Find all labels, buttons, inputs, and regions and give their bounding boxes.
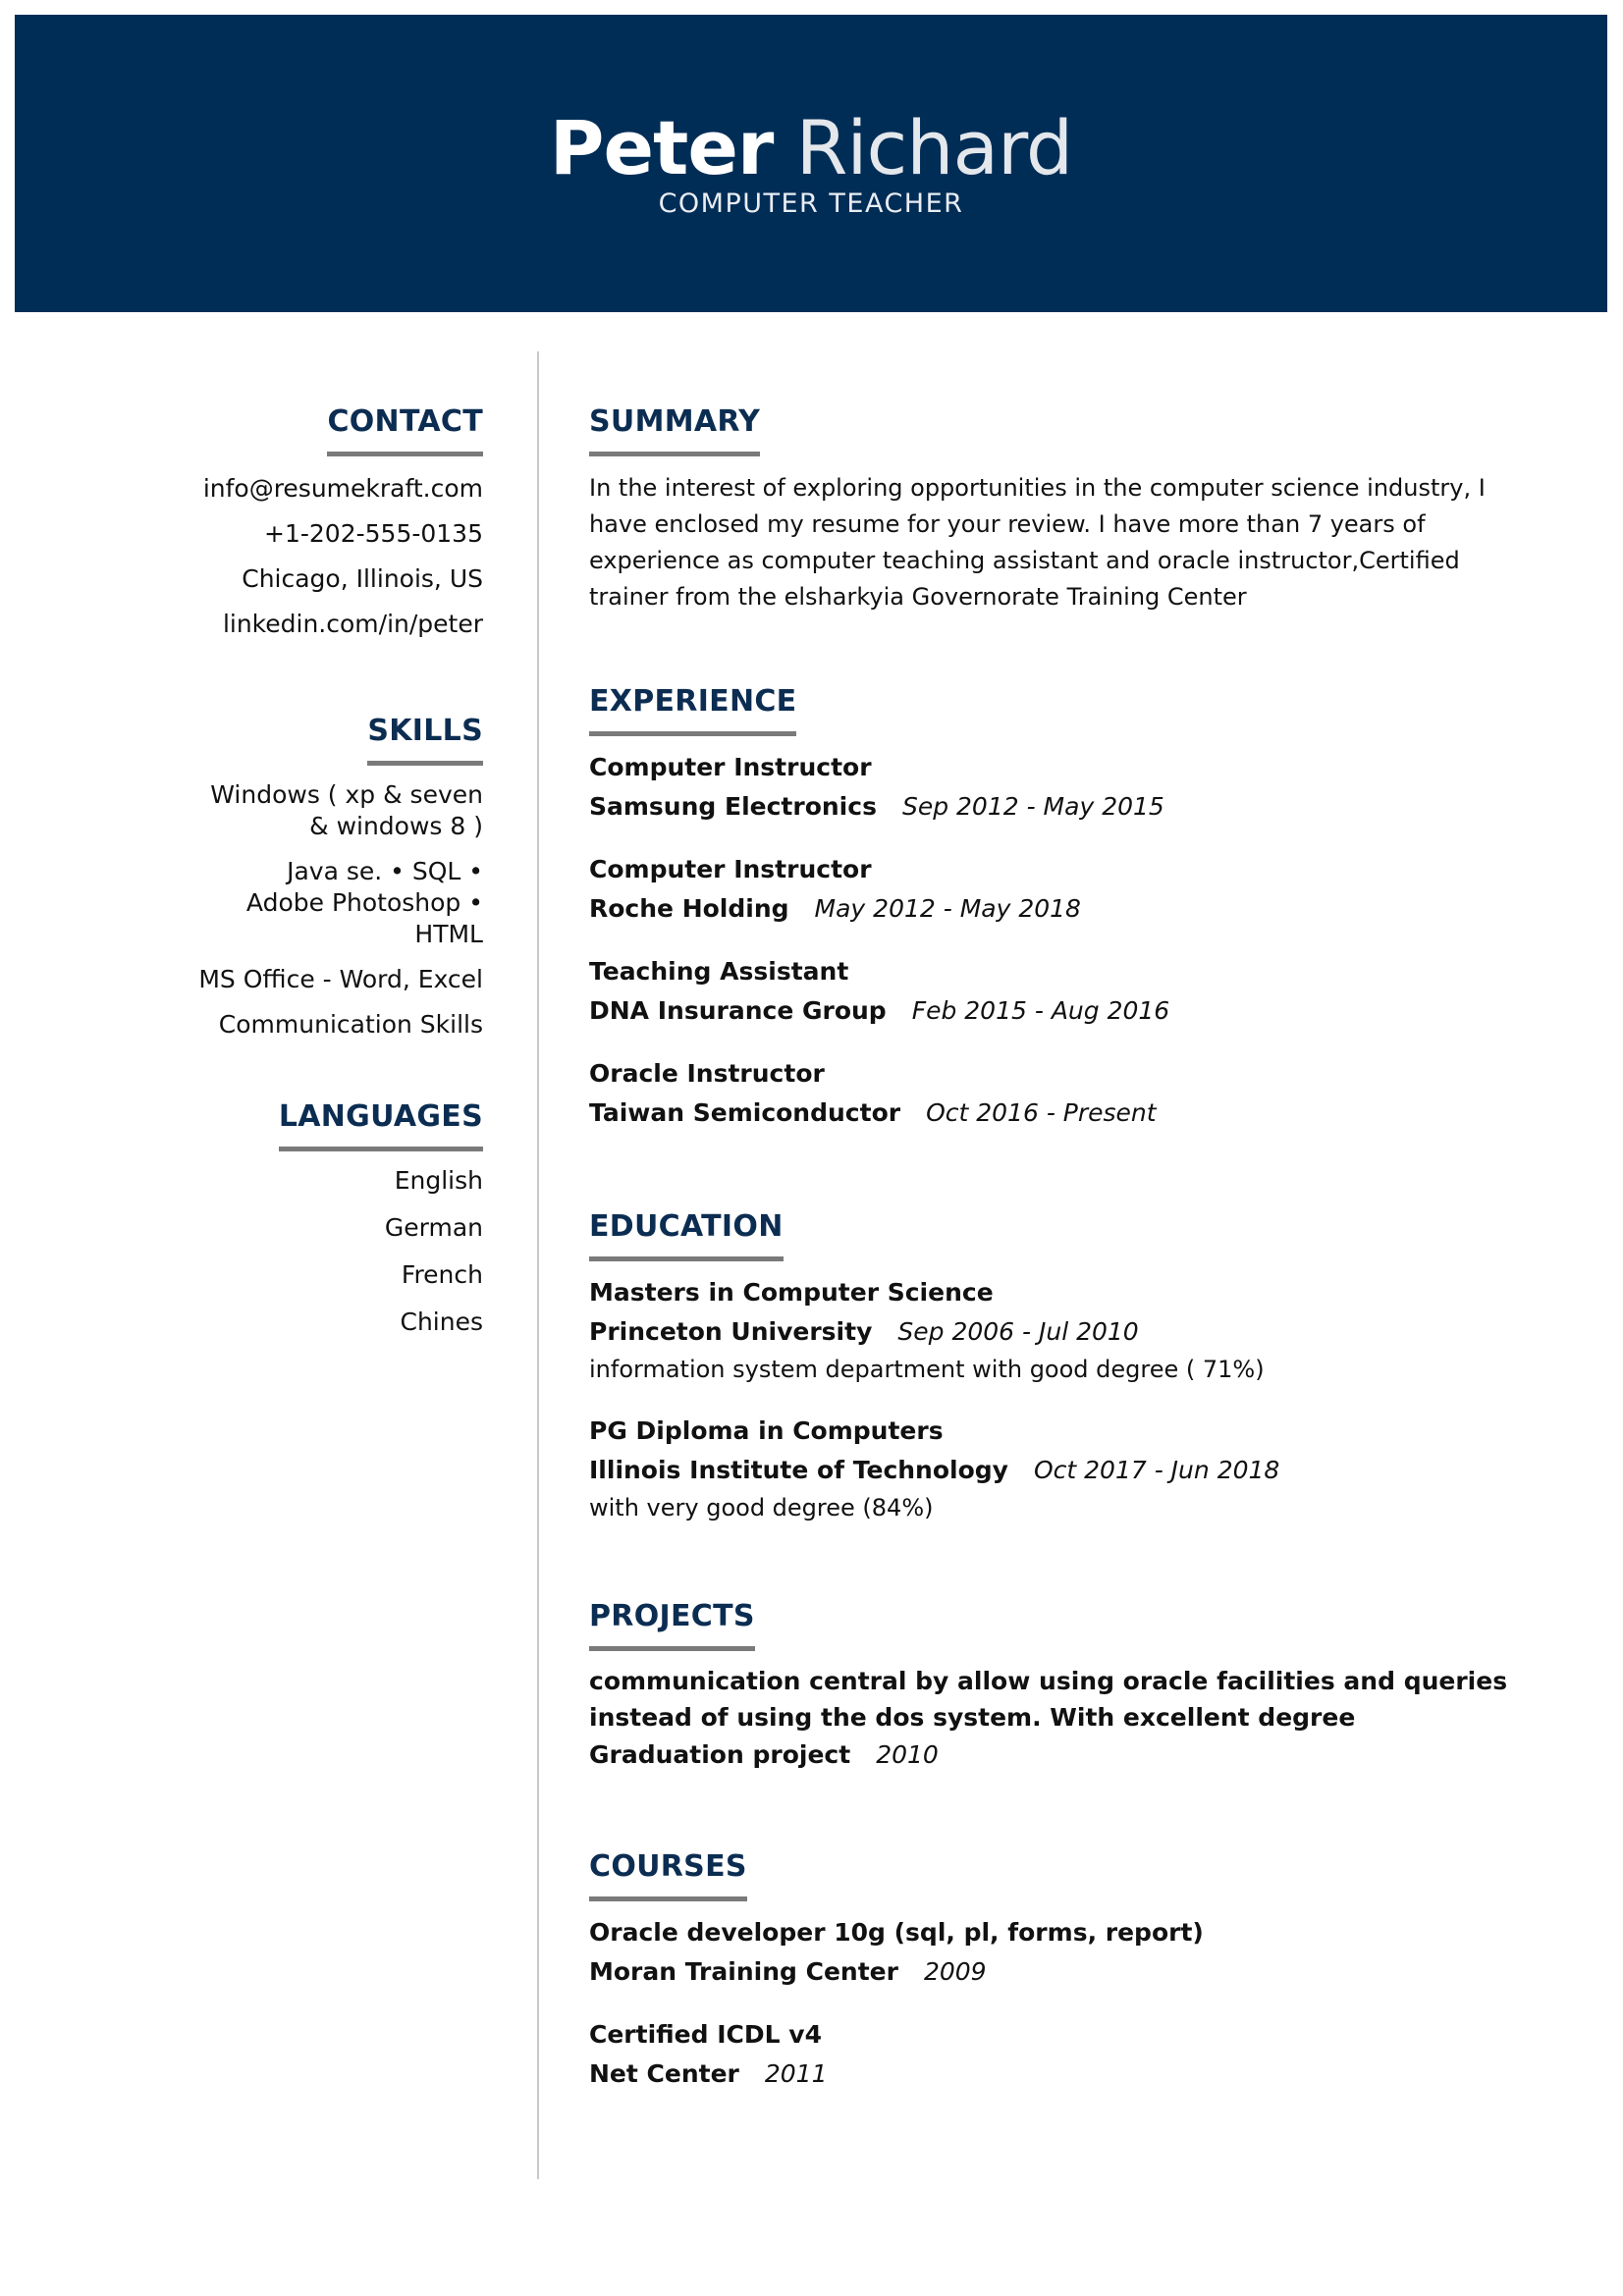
education-entry: Masters in Computer Science Princeton Un… xyxy=(589,1273,1571,1388)
course-year: 2009 xyxy=(923,1957,987,1986)
education-school: Princeton University xyxy=(589,1317,873,1346)
language-item: German xyxy=(384,1213,483,1242)
language-item: English xyxy=(394,1166,483,1195)
experience-entry: Computer Instructor Roche Holding May 201… xyxy=(589,850,1571,929)
education-degree: PG Diploma in Computers xyxy=(589,1416,944,1445)
experience-company: Samsung Electronics xyxy=(589,792,877,821)
courses-heading: COURSES xyxy=(589,1849,747,1884)
candidate-name: Peter Richard xyxy=(15,101,1607,195)
experience-dates: May 2012 - May 2018 xyxy=(814,894,1081,923)
experience-company: DNA Insurance Group xyxy=(589,996,887,1025)
education-degree: Masters in Computer Science xyxy=(589,1278,994,1307)
education-note: with very good degree (84%) xyxy=(589,1494,934,1522)
last-name: Richard xyxy=(795,104,1074,191)
skills-section: SKILLS Windows ( xp & seven & windows 8 … xyxy=(118,712,483,1041)
experience-role: Teaching Assistant xyxy=(589,957,849,986)
project-entry: communication central by allow using ora… xyxy=(589,1663,1571,1775)
experience-entry: Oracle Instructor Taiwan Semiconductor Oc… xyxy=(589,1054,1571,1133)
skill-item: MS Office - Word, Excel xyxy=(198,965,483,993)
resume-header: Peter Richard COMPUTER TEACHER xyxy=(15,15,1607,312)
contact-heading-wrap: CONTACT xyxy=(327,402,483,456)
education-section: EDUCATION Masters in Computer Science Pr… xyxy=(589,1207,1571,1526)
experience-heading: EXPERIENCE xyxy=(589,684,797,719)
job-title: COMPUTER TEACHER xyxy=(658,188,964,219)
courses-section: COURSES Oracle developer 10g (sql, pl, f… xyxy=(589,1847,1571,2094)
contact-linkedin[interactable]: linkedin.com/in/peter xyxy=(118,602,483,647)
experience-dates: Sep 2012 - May 2015 xyxy=(901,792,1164,821)
projects-heading: PROJECTS xyxy=(589,1599,755,1633)
education-heading: EDUCATION xyxy=(589,1209,784,1244)
contact-section: CONTACT info@resumekraft.com +1-202-555-… xyxy=(118,402,483,647)
project-description: communication central by allow using ora… xyxy=(589,1667,1508,1732)
experience-company: Taiwan Semiconductor xyxy=(589,1098,901,1127)
languages-heading-wrap: LANGUAGES xyxy=(278,1097,483,1151)
summary-heading-wrap: SUMMARY xyxy=(589,402,761,456)
projects-heading-wrap: PROJECTS xyxy=(589,1597,755,1651)
contact-phone[interactable]: +1-202-555-0135 xyxy=(118,511,483,557)
experience-entry: Teaching Assistant DNA Insurance Group Fe… xyxy=(589,952,1571,1031)
skills-heading: SKILLS xyxy=(367,714,483,748)
heading-underline xyxy=(278,1147,483,1151)
experience-role: Oracle Instructor xyxy=(589,1059,825,1088)
contact-location: Chicago, Illinois, US xyxy=(242,564,483,593)
languages-heading: LANGUAGES xyxy=(278,1099,483,1134)
column-divider xyxy=(537,351,539,2179)
course-entry: Certified ICDL v4 Net Center 2011 xyxy=(589,2015,1571,2094)
summary-section: SUMMARY In the interest of exploring opp… xyxy=(589,402,1571,615)
summary-text: In the interest of exploring opportuniti… xyxy=(589,474,1486,611)
courses-heading-wrap: COURSES xyxy=(589,1847,747,1901)
languages-section: LANGUAGES English German French Chines xyxy=(118,1097,483,1346)
heading-underline xyxy=(589,1256,784,1261)
course-year: 2011 xyxy=(764,2059,828,2088)
language-item: Chines xyxy=(400,1308,484,1336)
contact-email[interactable]: info@resumekraft.com xyxy=(118,466,483,511)
heading-underline xyxy=(589,452,761,456)
education-dates: Oct 2017 - Jun 2018 xyxy=(1033,1456,1280,1484)
heading-underline xyxy=(367,761,483,766)
heading-underline xyxy=(589,1896,747,1901)
language-item: French xyxy=(401,1260,483,1289)
heading-underline xyxy=(589,1646,755,1651)
course-provider: Net Center xyxy=(589,2059,739,2088)
project-label: Graduation project xyxy=(589,1740,851,1769)
course-provider: Moran Training Center xyxy=(589,1957,898,1986)
skill-item: Java se. • SQL • Adobe Photoshop • HTML xyxy=(245,857,483,948)
heading-underline xyxy=(589,731,797,736)
education-dates: Sep 2006 - Jul 2010 xyxy=(897,1317,1139,1346)
skill-item: Communication Skills xyxy=(218,1010,483,1039)
education-school: Illinois Institute of Technology xyxy=(589,1456,1008,1484)
contact-heading: CONTACT xyxy=(327,404,483,439)
course-entry: Oracle developer 10g (sql, pl, forms, re… xyxy=(589,1913,1571,1992)
experience-role: Computer Instructor xyxy=(589,855,872,883)
skill-item: Windows ( xp & seven & windows 8 ) xyxy=(210,780,483,840)
experience-dates: Oct 2016 - Present xyxy=(926,1098,1157,1127)
course-name: Certified ICDL v4 xyxy=(589,2020,822,2049)
experience-dates: Feb 2015 - Aug 2016 xyxy=(911,996,1170,1025)
experience-entry: Computer Instructor Samsung Electronics S… xyxy=(589,748,1571,827)
education-note: information system department with good … xyxy=(589,1356,1265,1383)
first-name: Peter xyxy=(549,104,775,191)
education-entry: PG Diploma in Computers Illinois Institu… xyxy=(589,1412,1571,1526)
experience-company: Roche Holding xyxy=(589,894,789,923)
projects-section: PROJECTS communication central by allow … xyxy=(589,1597,1571,1775)
course-name: Oracle developer 10g (sql, pl, forms, re… xyxy=(589,1918,1204,1947)
project-year: 2010 xyxy=(876,1740,939,1769)
experience-role: Computer Instructor xyxy=(589,753,872,781)
skills-heading-wrap: SKILLS xyxy=(367,712,483,766)
experience-section: EXPERIENCE Computer Instructor Samsung E… xyxy=(589,682,1571,1133)
education-heading-wrap: EDUCATION xyxy=(589,1207,784,1261)
summary-heading: SUMMARY xyxy=(589,404,761,439)
experience-heading-wrap: EXPERIENCE xyxy=(589,682,797,736)
heading-underline xyxy=(327,452,483,456)
